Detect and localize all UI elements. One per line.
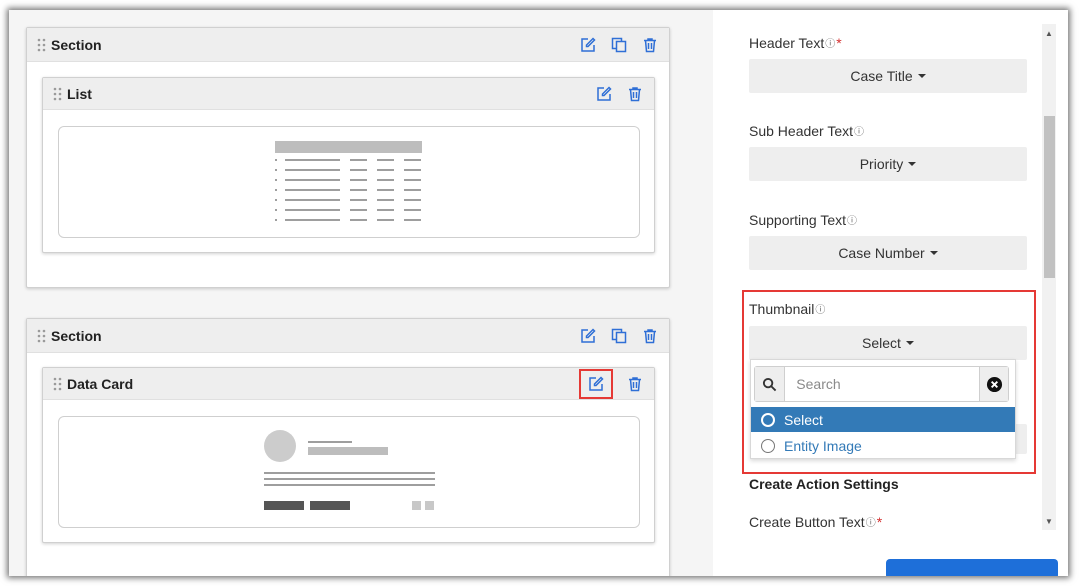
drag-handle-icon[interactable] (37, 38, 46, 52)
help-circle-icon: ⓘ (865, 518, 876, 529)
search-icon (755, 367, 786, 401)
radio-icon (761, 412, 775, 427)
option-select[interactable]: Select (751, 407, 1015, 432)
radio-icon (761, 438, 775, 453)
widget-header: Data Card (43, 368, 654, 400)
trash-icon[interactable] (626, 85, 644, 103)
header-text-dropdown[interactable]: Case Title (749, 59, 1027, 93)
search-input[interactable] (785, 367, 980, 401)
menu-search-box (754, 366, 1009, 402)
scroll-thumb[interactable] (1044, 116, 1055, 278)
edit-icon[interactable] (595, 85, 613, 103)
help-circle-icon: ⓘ (825, 39, 836, 50)
section-card: Section (26, 27, 670, 288)
help-circle-icon: ⓘ (854, 127, 865, 138)
caret-down-icon (929, 251, 938, 255)
copy-icon[interactable] (610, 327, 628, 345)
list-placeholder-graphic (275, 141, 422, 221)
data-card-preview (58, 416, 640, 528)
thumbnail-dropdown-menu: Select Entity Image (750, 359, 1016, 459)
field-label-header-text: Header Textⓘ* (749, 35, 842, 51)
drag-handle-icon[interactable] (53, 87, 62, 101)
data-card-widget: Data Card (42, 367, 655, 543)
field-label-sub-header-text: Sub Header Textⓘ (749, 123, 865, 139)
app-window: Section List Section Data Card Header Te… (9, 10, 1068, 576)
help-circle-icon: ⓘ (847, 216, 858, 227)
list-preview (58, 126, 640, 238)
section-title: Section (51, 36, 102, 53)
data-card-placeholder-graphic (264, 430, 435, 510)
drag-handle-icon[interactable] (37, 329, 46, 343)
field-label-create-button-text: Create Button Textⓘ* (749, 514, 883, 530)
scroll-down-icon[interactable]: ▼ (1045, 518, 1053, 526)
section-header: Section (27, 319, 669, 353)
copy-icon[interactable] (610, 36, 628, 54)
layout-canvas: Section List Section Data Card (9, 10, 713, 576)
save-button[interactable] (886, 559, 1058, 576)
clear-circle-icon[interactable] (979, 367, 1008, 401)
panel-scrollbar[interactable]: ▲ ▼ (1042, 24, 1056, 530)
supporting-text-dropdown[interactable]: Case Number (749, 236, 1027, 270)
edit-icon[interactable] (579, 327, 597, 345)
caret-down-icon (908, 162, 917, 166)
field-label-supporting-text: Supporting Textⓘ (749, 212, 858, 228)
widget-title: List (67, 85, 92, 102)
option-entity-image[interactable]: Entity Image (751, 433, 1015, 458)
list-widget: List (42, 77, 655, 253)
required-marker: * (876, 514, 883, 530)
widget-header: List (43, 78, 654, 110)
trash-icon[interactable] (641, 327, 659, 345)
drag-handle-icon[interactable] (53, 377, 62, 391)
trash-icon[interactable] (641, 36, 659, 54)
edit-icon[interactable] (579, 36, 597, 54)
trash-icon[interactable] (626, 375, 644, 393)
section-title: Section (51, 327, 102, 344)
required-marker: * (836, 35, 842, 51)
widget-title: Data Card (67, 375, 134, 392)
create-action-heading: Create Action Settings (749, 476, 899, 492)
section-card: Section (26, 318, 670, 576)
edit-icon[interactable] (579, 368, 613, 399)
caret-down-icon (917, 74, 926, 78)
sub-header-text-dropdown[interactable]: Priority (749, 147, 1027, 181)
section-header: Section (27, 28, 669, 62)
scroll-up-icon[interactable]: ▲ (1045, 30, 1053, 38)
